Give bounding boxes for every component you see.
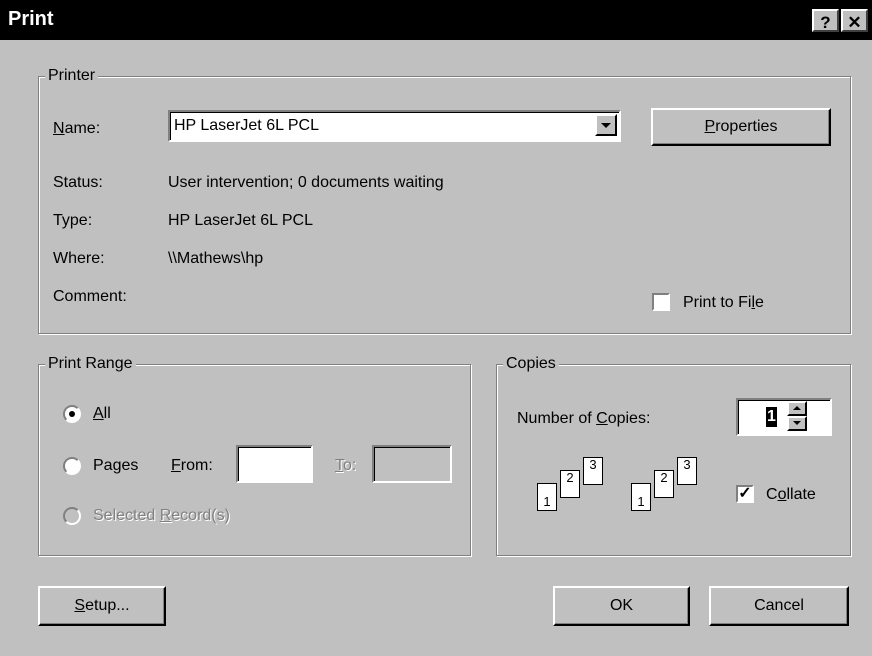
- all-radio[interactable]: [63, 405, 81, 423]
- copies-value[interactable]: 1: [766, 407, 777, 427]
- to-label: To:: [335, 457, 357, 474]
- to-page-input: [372, 445, 452, 483]
- type-label: Type:: [53, 212, 93, 229]
- close-icon: ✕: [847, 13, 862, 32]
- print-to-file-label[interactable]: Print to File: [683, 293, 764, 313]
- ok-button[interactable]: OK: [553, 586, 690, 626]
- printer-group: Printer Name: HP LaserJet 6L PCL Propert…: [38, 66, 851, 334]
- chevron-up-icon: [793, 406, 801, 410]
- checkmark-icon: ✓: [738, 485, 752, 502]
- pages-label[interactable]: Pages: [93, 456, 138, 476]
- page-icon-3: 3: [583, 457, 603, 485]
- copies-group-title: Copies: [503, 354, 559, 374]
- collate-checkbox[interactable]: ✓: [736, 485, 754, 503]
- print-dialog: Print ? ✕ Printer Name: HP LaserJet 6L P…: [0, 0, 872, 656]
- status-label: Status:: [53, 174, 103, 191]
- print-range-group-title: Print Range: [45, 354, 136, 374]
- chevron-down-icon: [601, 123, 611, 128]
- collate-label[interactable]: Collate: [766, 485, 816, 505]
- page-icon-1: 1: [537, 483, 557, 511]
- print-range-group: Print Range All Pages From: To: Selected…: [38, 354, 471, 556]
- page-icon-2: 2: [560, 470, 580, 498]
- comment-label: Comment:: [53, 288, 127, 305]
- chevron-down-icon: [793, 421, 801, 425]
- number-of-copies-label: Number of Copies:: [517, 410, 651, 427]
- properties-button[interactable]: Properties: [651, 108, 831, 146]
- cancel-button[interactable]: Cancel: [709, 586, 849, 626]
- radio-selected-dot: [69, 411, 75, 417]
- type-value: HP LaserJet 6L PCL: [168, 212, 313, 229]
- from-label: From:: [171, 457, 213, 474]
- printer-name-value: HP LaserJet 6L PCL: [174, 117, 319, 134]
- close-button[interactable]: ✕: [841, 9, 868, 32]
- all-label[interactable]: All: [93, 404, 111, 424]
- where-value: \\Mathews\hp: [168, 250, 264, 267]
- copies-increment-button[interactable]: [787, 401, 807, 416]
- printer-name-dropdown-button[interactable]: [595, 114, 617, 136]
- status-value: User intervention; 0 documents waiting: [168, 174, 444, 191]
- printer-group-title: Printer: [45, 66, 99, 86]
- help-button[interactable]: ?: [812, 9, 839, 32]
- page-icon-2: 2: [654, 470, 674, 498]
- print-to-file-checkbox[interactable]: [652, 293, 670, 311]
- copies-decrement-button[interactable]: [787, 416, 807, 431]
- title-bar[interactable]: Print ? ✕: [0, 0, 872, 40]
- page-icon-3: 3: [677, 457, 697, 485]
- pages-radio[interactable]: [63, 457, 81, 475]
- copies-spinner[interactable]: 1: [736, 398, 832, 436]
- from-page-input[interactable]: [236, 445, 313, 483]
- help-icon: ?: [820, 13, 831, 32]
- selected-records-radio: [63, 507, 81, 525]
- name-label: Name:: [53, 120, 101, 137]
- page-icon-1: 1: [631, 483, 651, 511]
- selected-records-label: Selected Record(s): [93, 507, 230, 524]
- copies-group: Copies Number of Copies: 1 3 2 1 3 2 1 ✓…: [496, 354, 851, 556]
- where-label: Where:: [53, 250, 105, 267]
- setup-button[interactable]: Setup...: [38, 586, 166, 626]
- printer-name-select[interactable]: HP LaserJet 6L PCL: [168, 110, 621, 142]
- window-title: Print: [8, 8, 54, 30]
